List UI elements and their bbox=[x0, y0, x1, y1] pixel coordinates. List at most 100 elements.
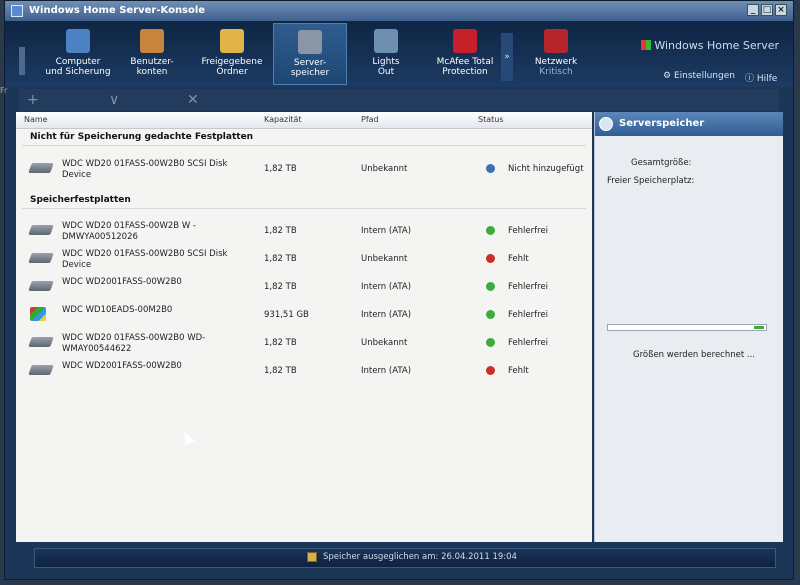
cell-name: WDC WD2001FASS-00W2B0 bbox=[62, 361, 182, 371]
add-disk-icon[interactable]: + bbox=[27, 91, 39, 109]
nav-item-label: Netzwerk bbox=[534, 57, 578, 67]
section-non-storage-title: Nicht für Speicherung gedachte Festplatt… bbox=[30, 132, 254, 142]
status-bar: Speicher ausgeglichen am: 26.04.2011 19:… bbox=[34, 548, 776, 568]
settings-icon: ⚙ bbox=[663, 71, 674, 81]
nav-item-5[interactable]: McAfee Total Protection bbox=[423, 23, 507, 85]
section-divider bbox=[22, 145, 586, 146]
total-size-label: Gesamtgröße: bbox=[631, 158, 692, 168]
cell-status: Fehlerfrei bbox=[508, 282, 549, 292]
column-header: Name Kapazität Pfad Status bbox=[16, 112, 592, 129]
cell-path: Unbekannt bbox=[361, 164, 408, 174]
table-row[interactable]: WDC WD20 01FASS-00W2B0 SCSI Disk Device 1… bbox=[16, 246, 592, 272]
close-disk-icon[interactable]: ✕ bbox=[187, 91, 199, 109]
table-row[interactable]: WDC WD2001FASS-00W2B0 1,82 TB Intern (ATA)… bbox=[16, 358, 592, 384]
cell-path: Intern (ATA) bbox=[361, 310, 412, 320]
section-divider bbox=[22, 208, 586, 209]
nav-item-sublabel: Kritisch bbox=[539, 67, 573, 77]
minimize-button[interactable]: _ bbox=[747, 4, 759, 16]
pane-title: Serverspeicher bbox=[619, 118, 705, 129]
mouse-cursor bbox=[179, 428, 195, 446]
storage-balanced-icon bbox=[307, 552, 317, 562]
nav-item-label: Lights bbox=[372, 57, 400, 67]
pane-header: Serverspeicher bbox=[595, 112, 783, 136]
status-indicator-icon bbox=[486, 164, 495, 173]
storage-icon bbox=[599, 117, 613, 131]
calc-progress-bar bbox=[607, 324, 767, 331]
cell-name: WDC WD2001FASS-00W2B0 bbox=[62, 277, 182, 287]
nav-item-label: Benutzer- bbox=[130, 57, 174, 67]
table-row[interactable]: WDC WD20 01FASS-00W2B0 WD- WMAY00544622 1… bbox=[16, 330, 592, 356]
cell-status: Fehlt bbox=[508, 254, 529, 264]
cell-capacity: 1,82 TB bbox=[264, 366, 297, 376]
disk-icon bbox=[28, 253, 54, 263]
cell-status: Nicht hinzugefügt bbox=[508, 164, 584, 174]
table-row[interactable]: WDC WD2001FASS-00W2B0 1,82 TB Intern (ATA)… bbox=[16, 274, 592, 300]
disk-icon bbox=[28, 225, 54, 235]
cell-path: Intern (ATA) bbox=[361, 282, 412, 292]
nav-bar: Computer und Sicherung Benutzer-konten Frei… bbox=[5, 21, 793, 87]
cell-status: Fehlerfrei bbox=[508, 310, 549, 320]
window-title: Windows Home Server-Konsole bbox=[29, 5, 206, 16]
cell-capacity: 1,82 TB bbox=[264, 254, 297, 264]
nav-item-label: Computer bbox=[55, 57, 101, 67]
disk-icon bbox=[28, 365, 54, 375]
table-row[interactable]: WDC WD20 01FASS-00W2B W - DMWYA00512026 1… bbox=[16, 218, 592, 244]
nav-item-3[interactable]: Server-speicher bbox=[273, 23, 347, 85]
toolbar: + ∨ ✕ bbox=[19, 89, 779, 111]
brand-logo: Windows Home Server bbox=[641, 39, 779, 52]
windows-flag-icon bbox=[641, 40, 652, 50]
col-capacity[interactable]: Kapazität bbox=[264, 115, 302, 124]
maximize-button[interactable]: □ bbox=[761, 4, 773, 16]
cell-name: WDC WD20 01FASS-00W2B0 SCSI Disk Device bbox=[62, 159, 228, 180]
status-indicator-icon bbox=[486, 366, 495, 375]
nav-item-icon bbox=[220, 29, 244, 53]
cell-status: Fehlerfrei bbox=[508, 226, 549, 236]
help-icon: ⓘ bbox=[745, 74, 757, 84]
nav-item-icon bbox=[140, 29, 164, 53]
cell-capacity: 931,51 GB bbox=[264, 310, 309, 320]
nav-item-icon bbox=[453, 29, 477, 53]
cell-capacity: 1,82 TB bbox=[264, 338, 297, 348]
windows-disk-icon bbox=[30, 307, 46, 321]
cell-name: WDC WD20 01FASS-00W2B W - DMWYA00512026 bbox=[62, 221, 196, 242]
nav-item-6[interactable]: Netzwerk Kritisch bbox=[517, 23, 595, 85]
nav-item-icon bbox=[298, 30, 322, 54]
status-indicator-icon bbox=[486, 338, 495, 347]
nav-item-0[interactable]: Computer und Sicherung bbox=[43, 23, 113, 85]
cell-path: Intern (ATA) bbox=[361, 226, 412, 236]
nav-item-icon bbox=[544, 29, 568, 53]
disk-icon bbox=[28, 163, 54, 173]
nav-item-4[interactable]: Lights Out bbox=[349, 23, 423, 85]
nav-item-sublabel: Protection bbox=[442, 67, 488, 77]
col-name[interactable]: Name bbox=[24, 115, 48, 124]
help-link[interactable]: ⓘ Hilfe bbox=[745, 71, 777, 84]
nav-item-icon bbox=[66, 29, 90, 53]
nav-item-sublabel: Ordner bbox=[216, 67, 248, 77]
nav-item-sublabel: Out bbox=[377, 67, 395, 77]
cell-name: WDC WD20 01FASS-00W2B0 SCSI Disk Device bbox=[62, 249, 228, 270]
nav-item-icon bbox=[374, 29, 398, 53]
table-row[interactable]: WDC WD20 01FASS-00W2B0 SCSI Disk Device 1… bbox=[16, 156, 592, 182]
server-storage-pane: Serverspeicher Gesamtgröße: Freier Speic… bbox=[594, 112, 783, 542]
status-indicator-icon bbox=[486, 254, 495, 263]
app-icon bbox=[11, 5, 23, 17]
status-indicator-icon bbox=[486, 226, 495, 235]
cell-status: Fehlt bbox=[508, 366, 529, 376]
status-indicator-icon bbox=[486, 310, 495, 319]
remove-disk-icon[interactable]: ∨ bbox=[109, 91, 119, 109]
cell-path: Intern (ATA) bbox=[361, 366, 412, 376]
nav-side-handle[interactable] bbox=[19, 47, 25, 75]
cell-capacity: 1,82 TB bbox=[264, 226, 297, 236]
disk-list-panel: Name Kapazität Pfad Status Nicht für Spe… bbox=[16, 112, 592, 542]
table-row[interactable]: WDC WD10EADS-00M2B0 931,51 GB Intern (ATA)… bbox=[16, 302, 592, 328]
col-path[interactable]: Pfad bbox=[361, 115, 379, 124]
col-status[interactable]: Status bbox=[478, 115, 504, 124]
nav-item-1[interactable]: Benutzer-konten bbox=[117, 23, 187, 85]
cell-name: WDC WD20 01FASS-00W2B0 WD- WMAY00544622 bbox=[62, 333, 206, 354]
nav-item-2[interactable]: Freigegebene Ordner bbox=[191, 23, 273, 85]
nav-item-label: Freigegebene bbox=[201, 57, 263, 67]
cell-path: Unbekannt bbox=[361, 254, 408, 264]
nav-more-button[interactable]: » bbox=[501, 33, 513, 81]
close-button[interactable]: × bbox=[775, 4, 787, 16]
settings-link[interactable]: ⚙ Einstellungen bbox=[663, 71, 735, 81]
